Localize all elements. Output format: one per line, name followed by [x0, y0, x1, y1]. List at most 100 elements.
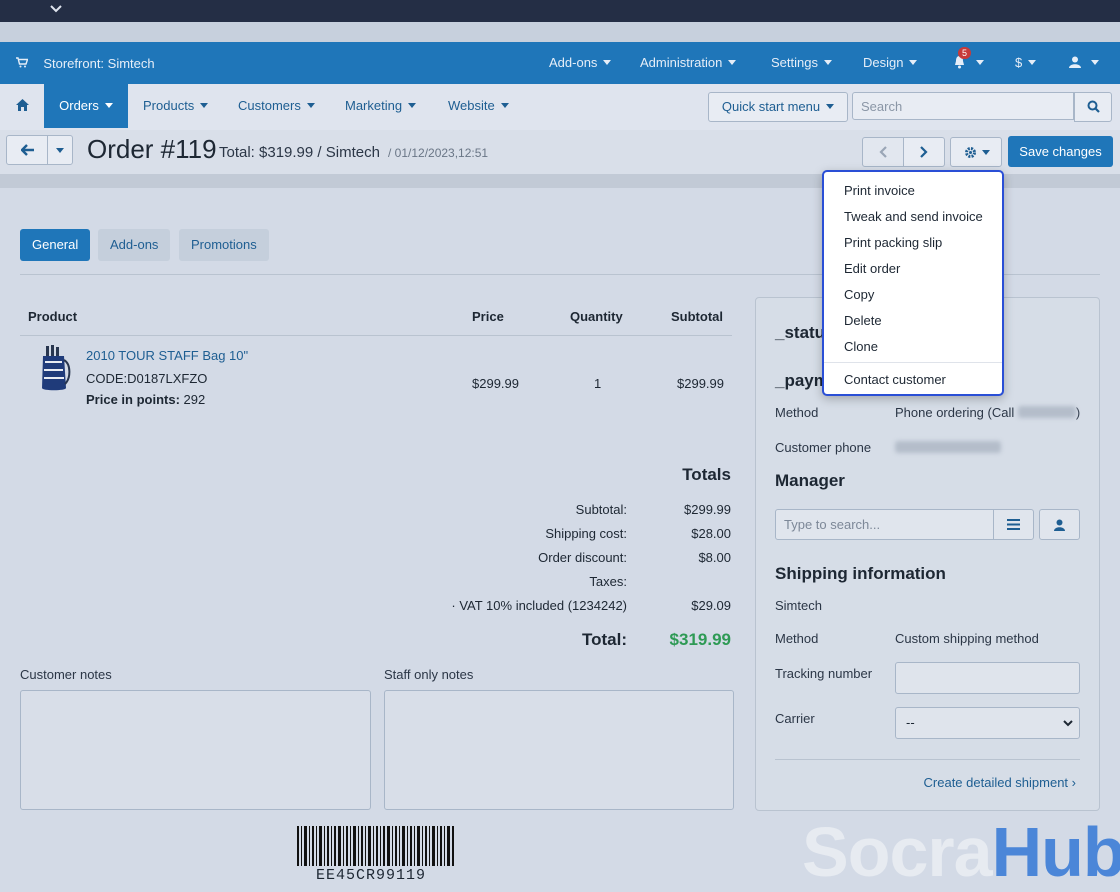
chevron-down-icon[interactable] — [50, 3, 62, 17]
product-code: CODE:D0187LXFZO — [86, 371, 208, 386]
back-dropdown[interactable] — [47, 135, 73, 165]
order-date: / 01/12/2023,12:51 — [388, 146, 489, 160]
chevron-left-icon — [879, 146, 887, 158]
grand-total-value: $319.99 — [669, 630, 731, 649]
payment-heading: _paym — [775, 371, 829, 390]
back-button[interactable] — [6, 135, 48, 165]
nav-orders[interactable]: Orders — [44, 84, 128, 128]
manager-heading: Manager — [775, 471, 845, 490]
menu-settings[interactable]: Settings — [771, 55, 832, 70]
menu-copy[interactable]: Copy — [844, 287, 874, 302]
taxes-label: Taxes: — [589, 574, 627, 589]
payment-method-label: Method — [775, 405, 819, 420]
customer-notes-textarea[interactable] — [20, 690, 371, 810]
redacted-phone — [1017, 406, 1076, 418]
nav-marketing[interactable]: Marketing — [345, 84, 416, 128]
top-gap — [0, 22, 1120, 42]
nav-website[interactable]: Website — [448, 84, 509, 128]
chevron-right-icon — [920, 146, 928, 158]
menu-contact-customer[interactable]: Contact customer — [844, 372, 946, 387]
watermark-part1: Socra — [802, 813, 993, 891]
save-changes-button[interactable]: Save changes — [1008, 136, 1113, 167]
shipping-cost-label: Shipping cost: — [545, 526, 627, 541]
menu-delete[interactable]: Delete — [844, 313, 882, 328]
payment-method-close: ) — [1075, 405, 1081, 420]
gear-icon — [965, 147, 976, 158]
panel-divider — [775, 759, 1080, 760]
tab-promotions[interactable]: Promotions — [179, 229, 269, 261]
chevron-down-icon — [1063, 708, 1073, 738]
list-icon — [1007, 519, 1020, 530]
prev-order-button[interactable] — [862, 137, 904, 167]
order-discount-value: $8.00 — [698, 550, 731, 565]
col-product: Product — [28, 309, 78, 324]
product-link[interactable]: 2010 TOUR STAFF Bag 10" — [86, 348, 248, 363]
storefront-link[interactable]: Storefront: Simtech — [16, 56, 155, 71]
col-subtotal: Subtotal — [671, 309, 723, 324]
shipping-heading: Shipping information — [775, 564, 946, 583]
home-button[interactable] — [0, 84, 44, 128]
assign-manager-button[interactable] — [1039, 509, 1080, 540]
shipping-method-value: Custom shipping method — [895, 631, 1039, 646]
arrow-left-icon — [21, 144, 34, 156]
menu-print-packing-slip[interactable]: Print packing slip — [844, 235, 942, 250]
user-icon — [1069, 56, 1081, 68]
menu-print-invoice[interactable]: Print invoice — [844, 183, 915, 198]
points-value: 292 — [183, 392, 206, 407]
subtotal-label: Subtotal: — [575, 502, 627, 517]
shipping-vendor: Simtech — [775, 598, 822, 613]
user-menu[interactable] — [1069, 55, 1099, 70]
table-header-divider — [20, 335, 732, 336]
shipping-method-label: Method — [775, 631, 819, 646]
page-title: Order #119 — [87, 134, 217, 164]
create-shipment-link[interactable]: Create detailed shipment › — [924, 775, 1076, 790]
status-heading: _statu — [775, 323, 826, 342]
staff-notes-textarea[interactable] — [384, 690, 734, 810]
carrier-label: Carrier — [775, 711, 815, 726]
menu-edit-order[interactable]: Edit order — [844, 261, 900, 276]
search-icon — [1087, 100, 1100, 113]
search-button[interactable] — [1074, 92, 1112, 122]
col-price: Price — [472, 309, 504, 324]
cart-icon — [16, 57, 31, 71]
search-input[interactable]: Search — [852, 92, 1074, 120]
menu-design[interactable]: Design — [863, 55, 917, 70]
carrier-select[interactable]: -- — [895, 707, 1080, 739]
customer-notes-label: Customer notes — [20, 667, 112, 682]
menu-divider — [824, 362, 1002, 363]
caret-down-icon — [56, 148, 64, 153]
vat-value: $29.09 — [691, 598, 731, 613]
tracking-number-input[interactable] — [895, 662, 1080, 694]
payment-method-value: Phone ordering (Call ) — [895, 405, 1080, 420]
notification-badge: 5 — [958, 47, 972, 59]
home-icon — [15, 99, 29, 111]
points-label: Price in points: — [86, 392, 180, 407]
manager-list-button[interactable] — [993, 509, 1034, 540]
menu-administration[interactable]: Administration — [640, 55, 736, 70]
manager-search-input[interactable]: Type to search... — [775, 509, 994, 540]
storefront-label: Storefront: Simtech — [43, 56, 155, 71]
tab-addons[interactable]: Add-ons — [98, 229, 171, 261]
subtotal-value: $299.99 — [684, 502, 731, 517]
col-quantity: Quantity — [570, 309, 623, 324]
order-actions-dropdown: Print invoice Tweak and send invoice Pri… — [822, 170, 1004, 396]
row-quantity: 1 — [594, 376, 602, 391]
carrier-value: -- — [906, 715, 915, 730]
tab-general[interactable]: General — [20, 229, 91, 261]
shipping-cost-value: $28.00 — [691, 526, 731, 541]
quick-start-menu[interactable]: Quick start menu — [708, 92, 848, 122]
totals-heading: Totals — [682, 465, 731, 484]
menu-addons[interactable]: Add-ons — [549, 55, 611, 70]
currency-selector[interactable]: $ — [1015, 55, 1036, 70]
admin-top-bar: Storefront: Simtech Add-ons Administrati… — [0, 42, 1120, 84]
row-price: $299.99 — [472, 376, 519, 391]
barcode-text: EE45CR99119 — [316, 867, 427, 884]
top-strip — [0, 0, 1120, 22]
menu-clone[interactable]: Clone — [844, 339, 878, 354]
caret-down-icon — [982, 150, 990, 155]
nav-products[interactable]: Products — [143, 84, 208, 128]
menu-tweak-send-invoice[interactable]: Tweak and send invoice — [844, 209, 983, 224]
nav-customers[interactable]: Customers — [238, 84, 315, 128]
next-order-button[interactable] — [903, 137, 945, 167]
gear-menu-button[interactable] — [950, 137, 1002, 167]
